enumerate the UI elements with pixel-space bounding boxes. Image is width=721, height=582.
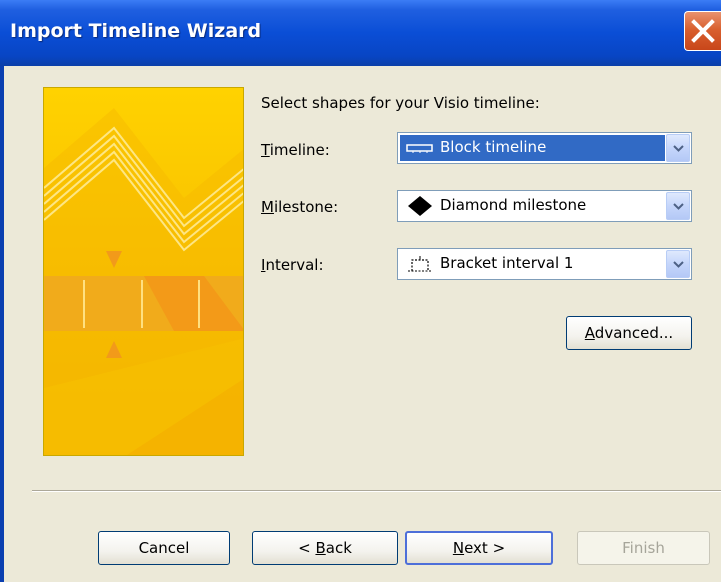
next-button[interactable]: Next > — [405, 531, 553, 565]
chevron-down-icon — [673, 203, 684, 210]
interval-dropdown[interactable]: Bracket interval 1 — [397, 248, 692, 280]
title-bar[interactable]: Import Timeline Wizard — [0, 0, 721, 66]
milestone-label: Milestone: — [261, 198, 339, 216]
timeline-dropdown[interactable]: Block timeline — [397, 132, 692, 164]
close-icon — [691, 19, 715, 43]
interval-value: Bracket interval 1 — [440, 254, 574, 272]
advanced-button[interactable]: Advanced... — [566, 316, 692, 350]
timeline-dropdown-button[interactable] — [666, 134, 690, 162]
window-title: Import Timeline Wizard — [10, 20, 262, 42]
back-button[interactable]: < Back — [252, 531, 398, 565]
intro-text: Select shapes for your Visio timeline: — [261, 94, 540, 112]
interval-dropdown-button[interactable] — [666, 250, 690, 278]
timeline-value: Block timeline — [440, 138, 547, 156]
block-timeline-icon — [406, 144, 433, 153]
milestone-dropdown[interactable]: Diamond milestone — [397, 190, 692, 222]
footer-divider — [32, 490, 721, 492]
milestone-dropdown-button[interactable] — [666, 192, 690, 220]
close-button[interactable] — [684, 11, 721, 51]
chevron-down-icon — [673, 261, 684, 268]
wizard-window: Import Timeline Wizard Select shapes for… — [0, 0, 721, 582]
bracket-interval-icon — [408, 256, 432, 272]
timeline-label: Timeline: — [261, 141, 330, 159]
chevron-down-icon — [673, 145, 684, 152]
cancel-button[interactable]: Cancel — [98, 531, 230, 565]
finish-button[interactable]: Finish — [577, 531, 710, 565]
diamond-milestone-icon — [408, 196, 432, 216]
milestone-value: Diamond milestone — [440, 196, 587, 214]
interval-label: Interval: — [261, 256, 324, 274]
wizard-banner-image — [43, 87, 244, 456]
